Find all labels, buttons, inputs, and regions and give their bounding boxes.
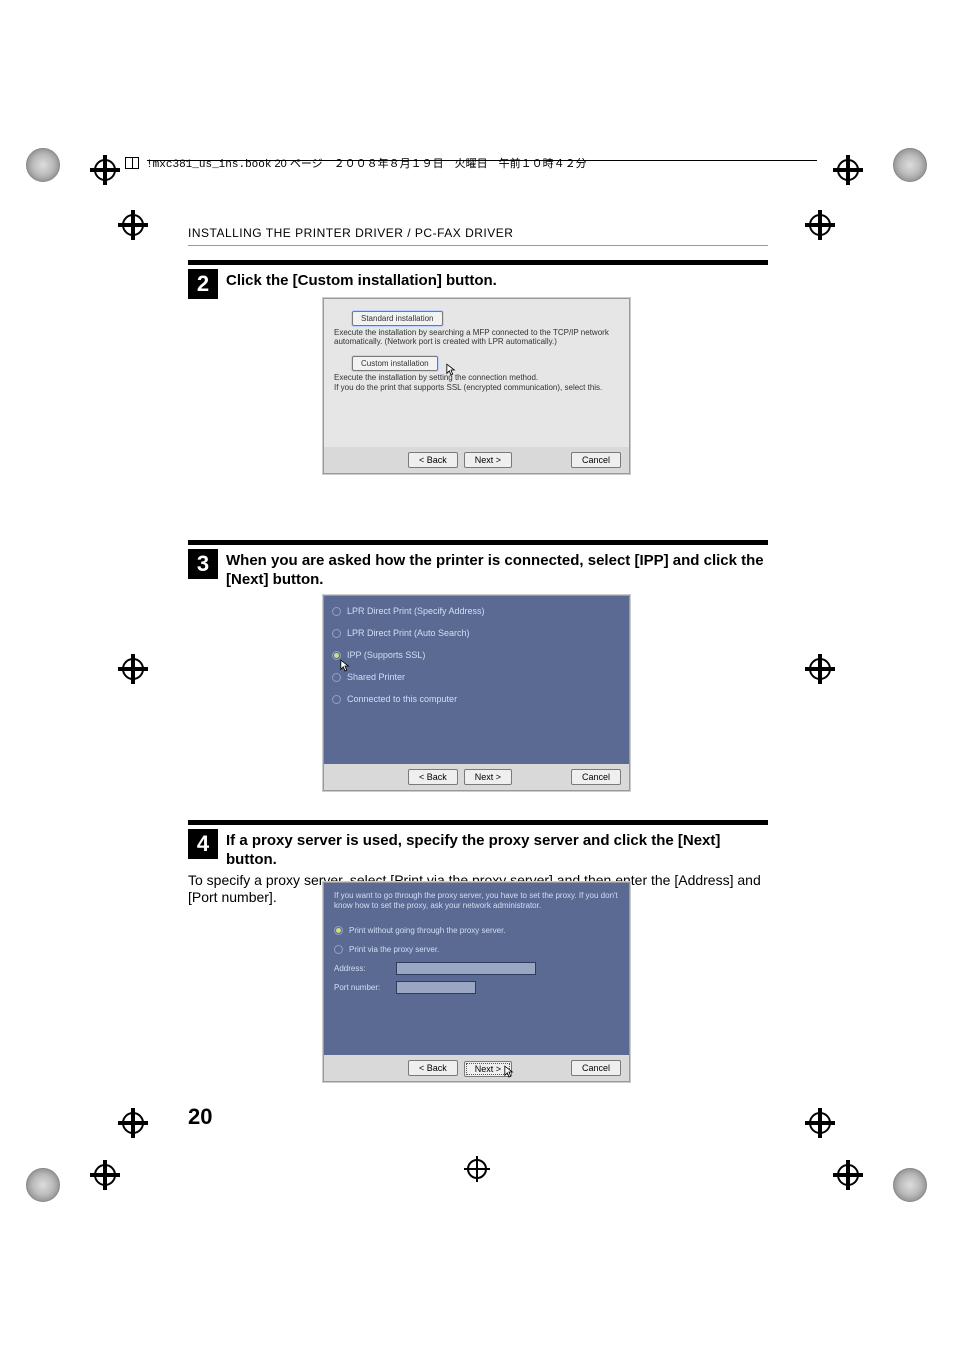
book-header-text: !mxc381_us_ins.book 20 ページ ２００８年８月１９日 火曜…: [125, 155, 587, 171]
proxy-dialog: If you want to go through the proxy serv…: [323, 882, 630, 1082]
radio-label: LPR Direct Print (Specify Address): [347, 606, 485, 616]
radio-shared-printer[interactable]: Shared Printer: [332, 672, 621, 682]
back-button[interactable]: < Back: [408, 769, 458, 785]
install-type-dialog: Standard installation Execute the instal…: [323, 298, 630, 474]
registration-cross-icon: [805, 654, 835, 684]
step-bar: [188, 820, 768, 825]
back-button[interactable]: < Back: [408, 1060, 458, 1076]
page-number: 20: [188, 1104, 212, 1130]
step-title: Click the [Custom installation] button.: [226, 269, 497, 291]
next-button[interactable]: Next >: [464, 769, 512, 785]
registration-cross-icon: [833, 1160, 863, 1190]
standard-installation-button[interactable]: Standard installation: [352, 311, 443, 326]
registration-cross-icon: [118, 1108, 148, 1138]
radio-lpr-auto[interactable]: LPR Direct Print (Auto Search): [332, 628, 621, 638]
step-title: When you are asked how the printer is co…: [226, 549, 768, 590]
port-field[interactable]: [396, 981, 476, 994]
custom-install-desc: Execute the installation by setting the …: [334, 373, 619, 391]
radio-label: Print without going through the proxy se…: [349, 926, 506, 935]
book-icon: [125, 157, 139, 169]
radio-via-proxy[interactable]: Print via the proxy server.: [334, 945, 619, 954]
registration-cross-icon: [90, 155, 120, 185]
cursor-arrow-icon: [446, 363, 456, 377]
registration-cross-icon: [118, 654, 148, 684]
registration-cross-icon: [118, 210, 148, 240]
radio-this-computer[interactable]: Connected to this computer: [332, 694, 621, 704]
step-bar: [188, 540, 768, 545]
step-title: If a proxy server is used, specify the p…: [226, 829, 768, 870]
book-header-bar: !mxc381_us_ins.book 20 ページ ２００８年８月１９日 火曜…: [147, 160, 817, 180]
radio-label: Shared Printer: [347, 672, 405, 682]
standard-install-desc: Execute the installation by searching a …: [334, 328, 619, 346]
cancel-button[interactable]: Cancel: [571, 769, 621, 785]
dialog-button-row: < Back Next > Cancel: [324, 1055, 629, 1081]
cancel-button[interactable]: Cancel: [571, 452, 621, 468]
back-button[interactable]: < Back: [408, 452, 458, 468]
radio-label: IPP (Supports SSL): [347, 650, 425, 660]
registration-cross-icon: [833, 155, 863, 185]
proxy-intro: If you want to go through the proxy serv…: [334, 891, 619, 910]
book-pageinfo: 20 ページ ２００８年８月１９日 火曜日 午前１０時４２分: [275, 158, 587, 170]
registration-cross-icon: [805, 1108, 835, 1138]
registration-cross-icon: [90, 1160, 120, 1190]
book-filename: !mxc381_us_ins.book: [146, 159, 271, 171]
address-label: Address:: [334, 964, 394, 973]
corner-mark: [26, 1168, 60, 1202]
corner-mark: [893, 148, 927, 182]
step-number: 2: [188, 269, 218, 299]
next-button[interactable]: Next >: [464, 452, 512, 468]
registration-cross-icon: [464, 1156, 490, 1182]
step-bar: [188, 260, 768, 265]
step-number: 4: [188, 829, 218, 859]
corner-mark: [26, 148, 60, 182]
radio-label: Connected to this computer: [347, 694, 457, 704]
divider: [188, 245, 768, 246]
cursor-arrow-icon: [504, 1065, 514, 1079]
step-2: 2 Click the [Custom installation] button…: [188, 260, 768, 299]
cancel-button[interactable]: Cancel: [571, 1060, 621, 1076]
custom-installation-button[interactable]: Custom installation: [352, 356, 438, 371]
section-title: INSTALLING THE PRINTER DRIVER / PC-FAX D…: [188, 226, 513, 240]
radio-label: LPR Direct Print (Auto Search): [347, 628, 470, 638]
corner-mark: [893, 1168, 927, 1202]
cursor-arrow-icon: [340, 659, 350, 673]
registration-cross-icon: [805, 210, 835, 240]
step-number: 3: [188, 549, 218, 579]
dialog-button-row: < Back Next > Cancel: [324, 447, 629, 473]
dialog-button-row: < Back Next > Cancel: [324, 764, 629, 790]
radio-ipp[interactable]: IPP (Supports SSL): [332, 650, 621, 660]
address-field[interactable]: [396, 962, 536, 975]
connection-method-dialog: LPR Direct Print (Specify Address) LPR D…: [323, 595, 630, 791]
port-label: Port number:: [334, 983, 394, 992]
radio-label: Print via the proxy server.: [349, 945, 439, 954]
radio-no-proxy[interactable]: Print without going through the proxy se…: [334, 926, 619, 935]
radio-lpr-specify[interactable]: LPR Direct Print (Specify Address): [332, 606, 621, 616]
step-3: 3 When you are asked how the printer is …: [188, 540, 768, 590]
